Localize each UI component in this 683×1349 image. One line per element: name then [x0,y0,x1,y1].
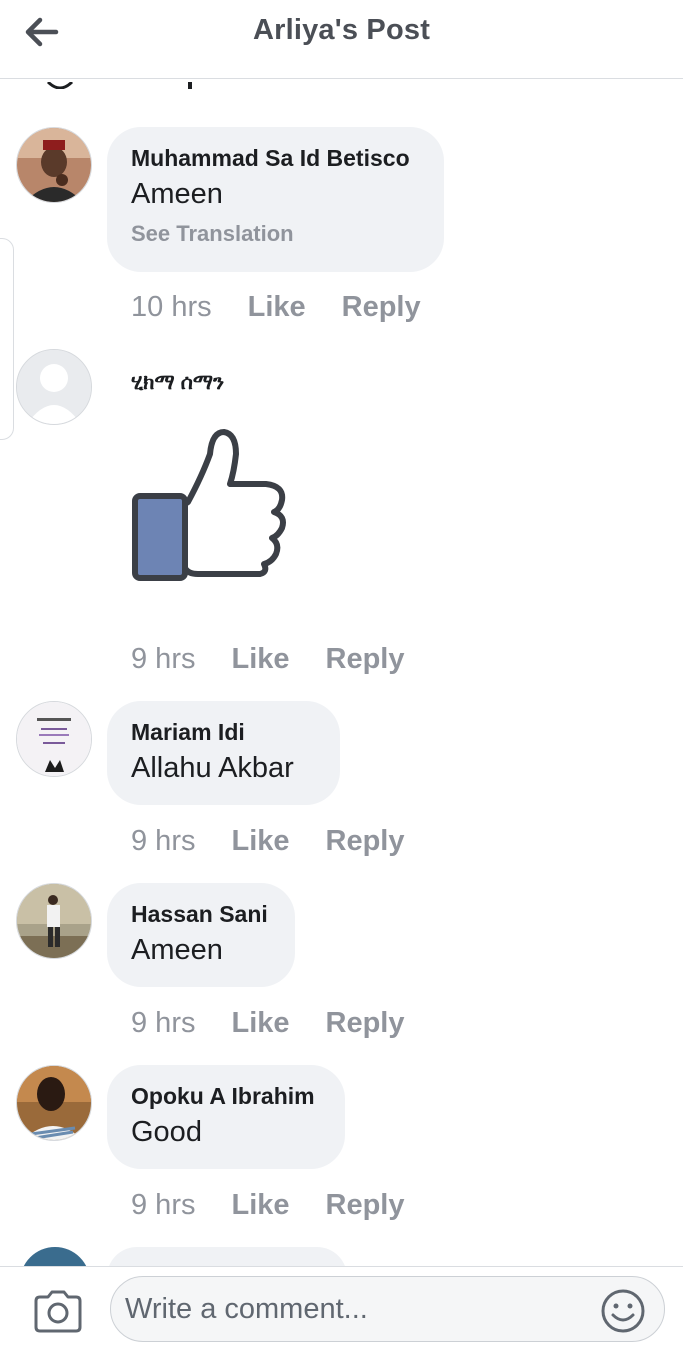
comment-text: Good [131,1116,202,1148]
reply-button[interactable]: Reply [326,825,405,858]
comment-actions: 9 hrs Like Reply [131,1189,405,1222]
comment-author[interactable]: ሂክማ ሰማን [131,371,224,395]
comment-author[interactable]: Hassan Sani [131,901,269,928]
see-translation-link[interactable]: See Translation [131,221,418,247]
reply-button[interactable]: Reply [326,1189,405,1222]
comment-time: 9 hrs [131,1189,196,1221]
comment-time: 9 hrs [131,825,196,857]
avatar[interactable] [16,883,92,959]
comment-bubble[interactable]: Mariam Idi Allahu Akbar [107,701,340,805]
like-button[interactable]: Like [231,643,289,676]
avatar[interactable] [16,1065,92,1141]
top-bar: Arliya's Post [0,0,683,79]
comment-time: 10 hrs [131,291,212,323]
comment-text: Allahu Akbar [131,752,294,784]
comment-time: 9 hrs [131,643,196,675]
thumbs-up-icon[interactable] [128,424,294,589]
comment-bubble[interactable]: Muhammad Sa Id Betisco Ameen See Transla… [107,127,444,272]
reply-button[interactable]: Reply [326,1007,405,1040]
comment-author[interactable]: Mariam Idi [131,719,314,746]
comment-actions: 10 hrs Like Reply [131,291,421,324]
side-handle[interactable] [0,238,14,440]
comment-input[interactable]: Write a comment... [110,1276,665,1342]
comment-text: Ameen [131,178,223,210]
reply-button[interactable]: Reply [326,643,405,676]
comment-author[interactable]: Muhammad Sa Id Betisco [131,145,418,172]
comment-composer: Write a comment... [0,1266,683,1349]
comment-actions: 9 hrs Like Reply [131,643,405,676]
comment-input-placeholder: Write a comment... [125,1293,368,1325]
comment-actions: 9 hrs Like Reply [131,825,405,858]
page-title: Arliya's Post [252,14,431,46]
comment-bubble[interactable]: Hassan Sani Ameen [107,883,295,987]
comment-actions: 9 hrs Like Reply [131,1007,405,1040]
comment-author[interactable]: Opoku A Ibrahim [131,1083,319,1110]
avatar[interactable] [16,349,92,425]
reply-button[interactable]: Reply [342,291,421,324]
avatar[interactable] [16,127,92,203]
like-button[interactable]: Like [231,1007,289,1040]
clipped-previous-content [40,79,240,89]
comment-time: 9 hrs [131,1007,196,1039]
like-button[interactable]: Like [231,825,289,858]
emoji-icon[interactable] [600,1288,646,1334]
like-button[interactable]: Like [231,1189,289,1222]
avatar[interactable] [16,701,92,777]
like-button[interactable]: Like [248,291,306,324]
comment-bubble[interactable]: Opoku A Ibrahim Good [107,1065,345,1169]
camera-icon[interactable] [32,1289,84,1333]
comment-text: Ameen [131,934,223,966]
